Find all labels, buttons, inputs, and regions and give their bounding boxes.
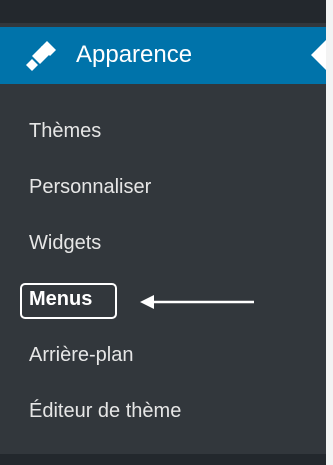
sidebar-bottom-edge	[0, 454, 326, 465]
submenu-item-themes[interactable]: Thèmes	[29, 119, 101, 143]
menu-item-appearance[interactable]: Apparence	[0, 27, 326, 84]
admin-bar-strip	[0, 0, 326, 23]
submenu-item-customize[interactable]: Personnaliser	[29, 175, 151, 199]
current-menu-indicator	[311, 40, 326, 70]
left-arrow-icon	[140, 295, 254, 309]
appearance-submenu: Thèmes Personnaliser Widgets Menus Arriè…	[0, 84, 326, 454]
submenu-item-theme-editor[interactable]: Éditeur de thème	[29, 399, 181, 423]
submenu-item-widgets[interactable]: Widgets	[29, 231, 101, 255]
page-edge	[326, 0, 333, 465]
paintbrush-icon	[26, 41, 56, 71]
submenu-item-background[interactable]: Arrière-plan	[29, 343, 133, 367]
menus-highlight-outline	[20, 283, 117, 319]
menu-item-label: Apparence	[76, 41, 193, 68]
